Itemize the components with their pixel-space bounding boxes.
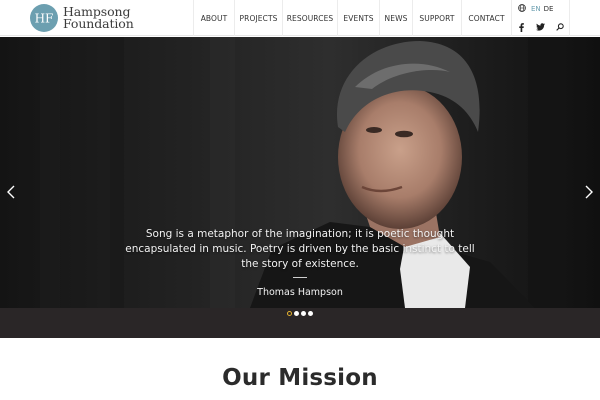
- search-icon[interactable]: [554, 21, 566, 33]
- facebook-icon[interactable]: [516, 21, 528, 33]
- quote-divider: [293, 277, 307, 278]
- mission-heading: Our Mission: [222, 365, 378, 391]
- hero-quote: Song is a metaphor of the imagination; i…: [125, 228, 475, 270]
- slider-next-arrow[interactable]: [582, 182, 596, 202]
- social-links: [512, 21, 570, 33]
- nav-support[interactable]: SUPPORT: [412, 0, 461, 36]
- lang-de-link[interactable]: DE: [544, 5, 554, 13]
- nav-about[interactable]: ABOUT: [193, 0, 234, 36]
- site-header: HF Hampsong Foundation ABOUT PROJECTS RE…: [0, 0, 600, 36]
- nav-resources[interactable]: RESOURCES: [282, 0, 337, 36]
- lang-en-link[interactable]: EN: [531, 5, 541, 13]
- logo-line-2: Foundation: [63, 16, 134, 31]
- nav-events[interactable]: EVENTS: [337, 0, 379, 36]
- twitter-icon[interactable]: [535, 21, 547, 33]
- header-utilities: EN DE: [512, 0, 570, 36]
- slider-prev-arrow[interactable]: [4, 182, 18, 202]
- slider-dot-2[interactable]: [294, 311, 299, 316]
- slider-pagination: [287, 311, 313, 316]
- nav-projects[interactable]: PROJECTS: [234, 0, 282, 36]
- globe-icon: [518, 4, 526, 14]
- slider-dot-4[interactable]: [308, 311, 313, 316]
- slider-dot-3[interactable]: [301, 311, 306, 316]
- logo-monogram: HF: [30, 4, 58, 32]
- language-switcher: EN DE: [518, 4, 554, 14]
- main-nav: ABOUT PROJECTS RESOURCES EVENTS NEWS SUP…: [193, 0, 512, 36]
- logo-wordmark: Hampsong Foundation: [63, 5, 134, 31]
- slider-dot-1[interactable]: [287, 311, 292, 316]
- hero-quote-author: Thomas Hampson: [257, 287, 343, 298]
- svg-text:HF: HF: [35, 12, 54, 26]
- nav-contact[interactable]: CONTACT: [461, 0, 512, 36]
- nav-news[interactable]: NEWS: [379, 0, 412, 36]
- site-logo[interactable]: HF Hampsong Foundation: [30, 4, 145, 32]
- hero-slider: Song is a metaphor of the imagination; i…: [0, 37, 600, 308]
